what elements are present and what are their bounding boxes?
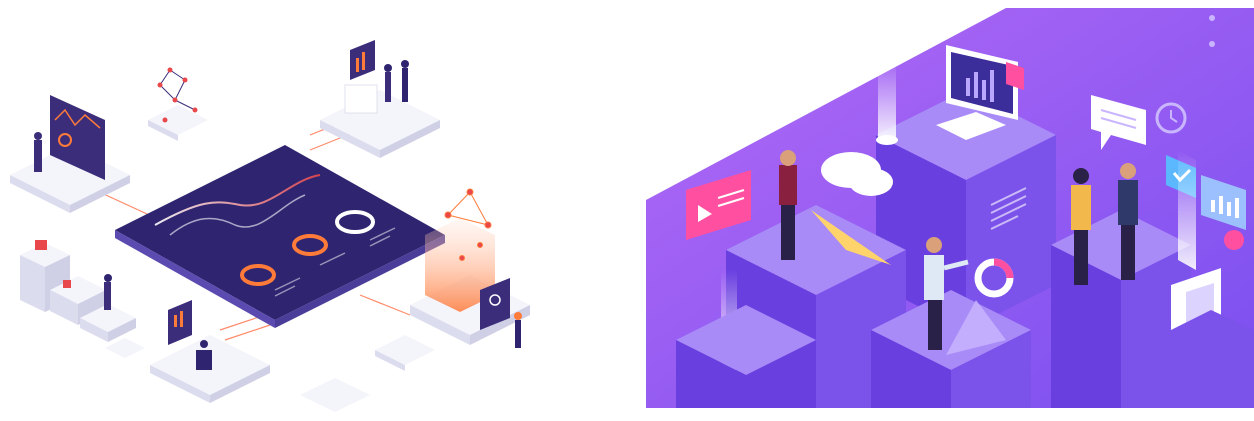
platform-team [320, 40, 440, 158]
central-dashboard [115, 145, 445, 328]
illustration-root [0, 0, 1254, 421]
platform-steps [20, 240, 145, 358]
network-node-icon [148, 67, 208, 141]
platform-analytics-board [10, 95, 130, 213]
person-icon [34, 140, 42, 172]
purple-analytics-illustration [646, 8, 1254, 408]
isometric-dashboard-illustration [10, 40, 530, 412]
platform-workstation [150, 300, 270, 403]
